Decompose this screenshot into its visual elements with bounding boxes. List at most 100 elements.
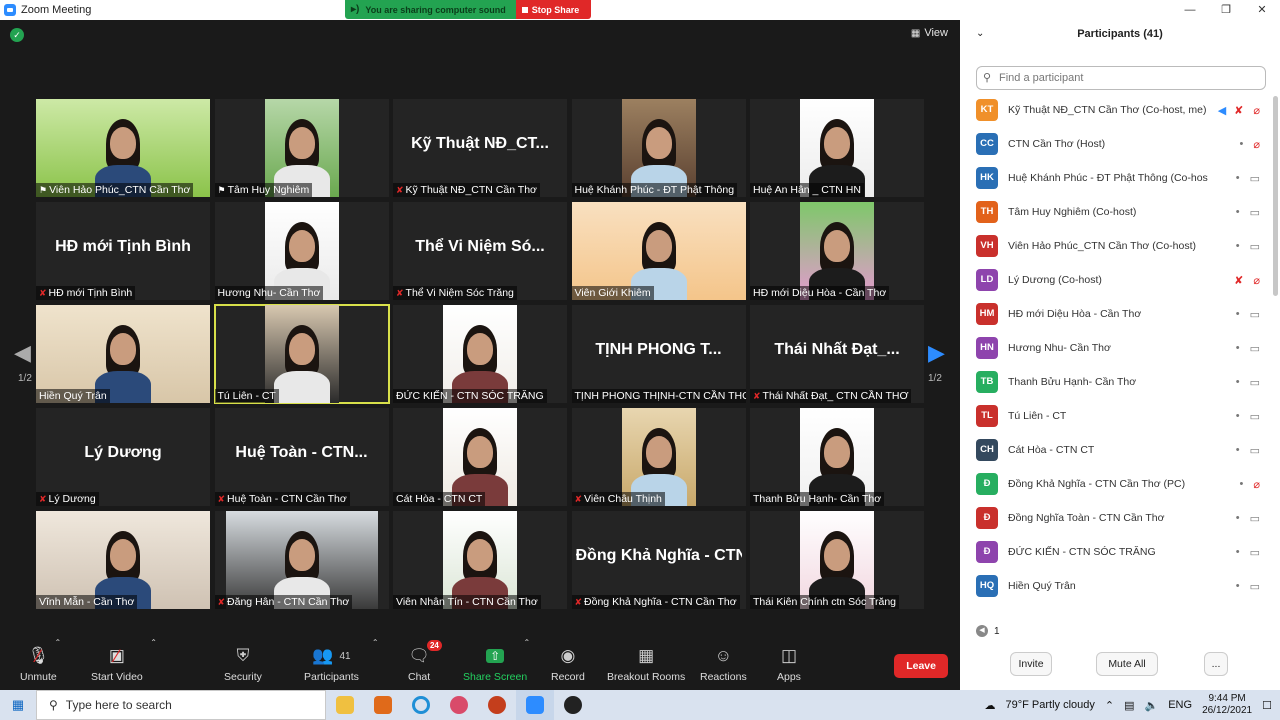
apps-button[interactable]: ◫ Apps [777,644,801,683]
cortana-icon[interactable] [402,690,440,720]
mute-all-button[interactable]: Mute All [1096,652,1158,676]
close-icon[interactable]: ✕ [1244,0,1280,20]
participant-row[interactable]: Đ Đồng Nghĩa Toàn - CTN Cần Thơ • ▭ [960,501,1272,535]
app-orange-icon[interactable] [364,690,402,720]
maximize-icon[interactable]: ❐ [1208,0,1244,20]
video-tile[interactable]: Huệ Khánh Phúc - ĐT Phật Thông [571,99,746,197]
participant-face [645,230,672,262]
notification-icon[interactable]: ☐ [1262,699,1272,712]
reactions-button[interactable]: ☺ Reactions [700,644,747,683]
paint-icon[interactable] [440,690,478,720]
chevron-up-icon[interactable]: ⌃ [523,638,530,647]
chevron-down-icon[interactable]: ⌄ [976,28,984,39]
participants-footer: Invite Mute All ... [960,652,1280,678]
video-tile[interactable]: TỊNH PHONG T... TỊNH PHONG THỊNH-CTN CẦN … [571,305,746,403]
video-tile[interactable]: Đồng Khả Nghĩa - CTN Cần Thơ✘Đồng Khả Ng… [571,511,746,609]
video-tile[interactable]: Thanh Bửu Hạnh- Cần Thơ [750,408,924,506]
participant-row[interactable]: HM HĐ mới Diệu Hòa - Cần Thơ • ▭ [960,297,1272,331]
participants-button[interactable]: 👥 41 ⌃ Participants [304,638,379,683]
video-tile[interactable]: ⚑ Viên Hảo Phúc_CTN Cần Thơ [36,99,210,197]
video-tile[interactable]: HĐ mới Diệu Hòa - Cần Thơ [750,202,924,300]
video-tile[interactable]: Hương Nhu- Cần Thơ [214,202,389,300]
video-tile[interactable]: ⚑ Tâm Huy Nghiêm [214,99,389,197]
participant-row[interactable]: Đ ĐỨC KIẾN - CTN SÓC TRĂNG • ▭ [960,535,1272,569]
video-tile[interactable]: Viên Giới Khiêm [571,202,746,300]
minimize-icon[interactable]: — [1172,0,1208,20]
clock[interactable]: 9:44 PM 26/12/2021 [1202,693,1252,717]
video-tile[interactable]: Thái Nhất Đạt_... ✘ Thái Nhất Đạt_ CTN CẦN… [750,305,924,403]
chevron-up-icon[interactable]: ⌃ [372,638,379,647]
video-tile[interactable]: ✘ Viên Châu Thịnh [571,408,746,506]
chevron-up-icon[interactable]: ⌃ [1105,699,1114,712]
participant-search-input[interactable]: ⚲ Find a participant [976,66,1266,90]
participant-row[interactable]: TL Tú Liên - CT • ▭ [960,399,1272,433]
participant-row[interactable]: TB Thanh Bửu Hạnh- Cần Thơ • ▭ [960,365,1272,399]
video-tile[interactable]: Hiền Quý Trân [36,305,210,403]
video-tile[interactable]: Vĩnh Mẫn - Cần Thơ [36,511,210,609]
participant-row[interactable]: KT Kỹ Thuật NĐ_CTN Cần Thơ (Co-host, me) ◀… [960,93,1272,127]
participant-page-number: 1 [994,625,1000,637]
video-tile[interactable]: Thể Vi Niệm Só... ✘ Thể Vi Niệm Sóc Trăng [393,202,567,300]
more-button[interactable]: ... [1204,652,1228,676]
video-tile[interactable]: HĐ mới Tịnh Bình ✘ HĐ mới Tịnh Bình [36,202,210,300]
share-screen-button[interactable]: ⇧ ⌃ Share Screen [463,638,530,683]
avatar: TL [976,405,998,427]
participant-name-tag: Viên Nhân Tín - CTN Cần Thơ [393,595,541,609]
video-tile[interactable]: Kỹ Thuật NĐ_CT... ✘ Kỹ Thuật NĐ_CTN Cần Th… [393,99,567,197]
language-indicator[interactable]: ENG [1168,699,1192,711]
page-indicator-left: 1/2 [18,373,32,384]
participant-name: Đồng Nghĩa Toàn - CTN Cần Thơ [1008,512,1165,524]
leave-button[interactable]: Leave [894,654,948,678]
video-tile[interactable]: Thái Kiên Chính ctn Sóc Trăng [750,511,924,609]
video-tile[interactable]: Lý Dương ✘ Lý Dương [36,408,210,506]
participant-row[interactable]: HQ Hiền Quý Trân • ▭ [960,569,1272,603]
chevron-up-icon[interactable]: ⌃ [150,638,157,647]
chevron-up-icon[interactable]: ⌃ [54,638,61,647]
taskbar-search-input[interactable]: ⚲ Type here to search [36,690,326,720]
participant-row[interactable]: CC CTN Cần Thơ (Host) • ⌀ [960,127,1272,161]
video-tile[interactable]: Viên Nhân Tín - CTN Cần Thơ [393,511,567,609]
participant-row[interactable]: CH Cát Hòa - CTN CT • ▭ [960,433,1272,467]
start-video-button[interactable]: ▣ ∕ ⌃ Start Video [91,638,157,683]
grid-icon: ▦ [910,27,921,39]
sharing-sound-indicator[interactable]: ▸) You are sharing computer sound [345,0,516,19]
video-tile[interactable]: Cát Hòa - CTN CT [393,408,567,506]
powerpoint-icon[interactable] [478,690,516,720]
participant-face [824,127,850,159]
share-banner: ▸) You are sharing computer sound Stop S… [345,0,592,19]
invite-button[interactable]: Invite [1010,652,1052,676]
participant-row[interactable]: Đ Đồng Khả Nghĩa - CTN Cần Thơ (PC) • ⌀ [960,467,1272,501]
breakout-rooms-button[interactable]: ▦ Breakout Rooms [607,644,685,683]
participant-row[interactable]: LD Lý Dương (Co-host) ✘ ⌀ [960,263,1272,297]
network-icon[interactable]: ▤ [1124,699,1134,712]
chat-button[interactable]: 🗨 24 Chat [408,640,442,683]
weather-label[interactable]: 79°F Partly cloudy [1006,699,1095,711]
video-tile[interactable]: ĐỨC KIẾN - CTN SÓC TRĂNG [393,305,567,403]
stop-share-button[interactable]: Stop Share [515,0,592,19]
obs-icon[interactable] [554,690,592,720]
volume-icon[interactable]: 🔈 [1145,699,1159,712]
page-left-icon[interactable]: ◀ [976,625,988,637]
view-button[interactable]: ▦ View [911,27,948,39]
video-tile[interactable]: Huệ Toàn - CTN... ✘ Huệ Toàn - CTN Cần Thơ [214,408,389,506]
next-page-arrow-icon[interactable]: ▶ [928,340,945,366]
security-button[interactable]: ⛨ Security [224,644,262,683]
prev-page-arrow-icon[interactable]: ◀ [14,340,31,366]
file-explorer-icon[interactable] [326,690,364,720]
video-tile[interactable]: ✘ Đăng Hân - CTN Cần Thơ [214,511,389,609]
windows-start-icon[interactable]: ▦ [0,697,36,713]
video-tile[interactable]: Huệ An Hân _ CTN HN [750,99,924,197]
participant-name-tag: TỊNH PHONG THỊNH-CTN CẦN THƠ [571,389,746,403]
record-button[interactable]: ◉ Record [551,644,585,683]
participant-row[interactable]: TH Tâm Huy Nghiêm (Co-host) • ▭ [960,195,1272,229]
participant-row[interactable]: VH Viên Hảo Phúc_CTN Cần Thơ (Co-host) • ▭ [960,229,1272,263]
participant-row[interactable]: HN Hương Nhu- Cần Thơ • ▭ [960,331,1272,365]
unmute-button[interactable]: 🎙 ∕ ⌃ Unmute [20,638,61,683]
scrollbar[interactable] [1273,96,1278,296]
encryption-shield-icon[interactable]: ✓ [10,28,24,42]
participant-name-tag: ⚑ Tâm Huy Nghiêm [214,183,313,197]
zoom-taskbar-icon[interactable] [516,690,554,720]
video-tile[interactable]: Tú Liên - CT [213,304,390,404]
zoom-logo-icon [4,4,16,16]
participant-row[interactable]: HK Huệ Khánh Phúc - ĐT Phật Thông (Co-hos… [960,161,1272,195]
